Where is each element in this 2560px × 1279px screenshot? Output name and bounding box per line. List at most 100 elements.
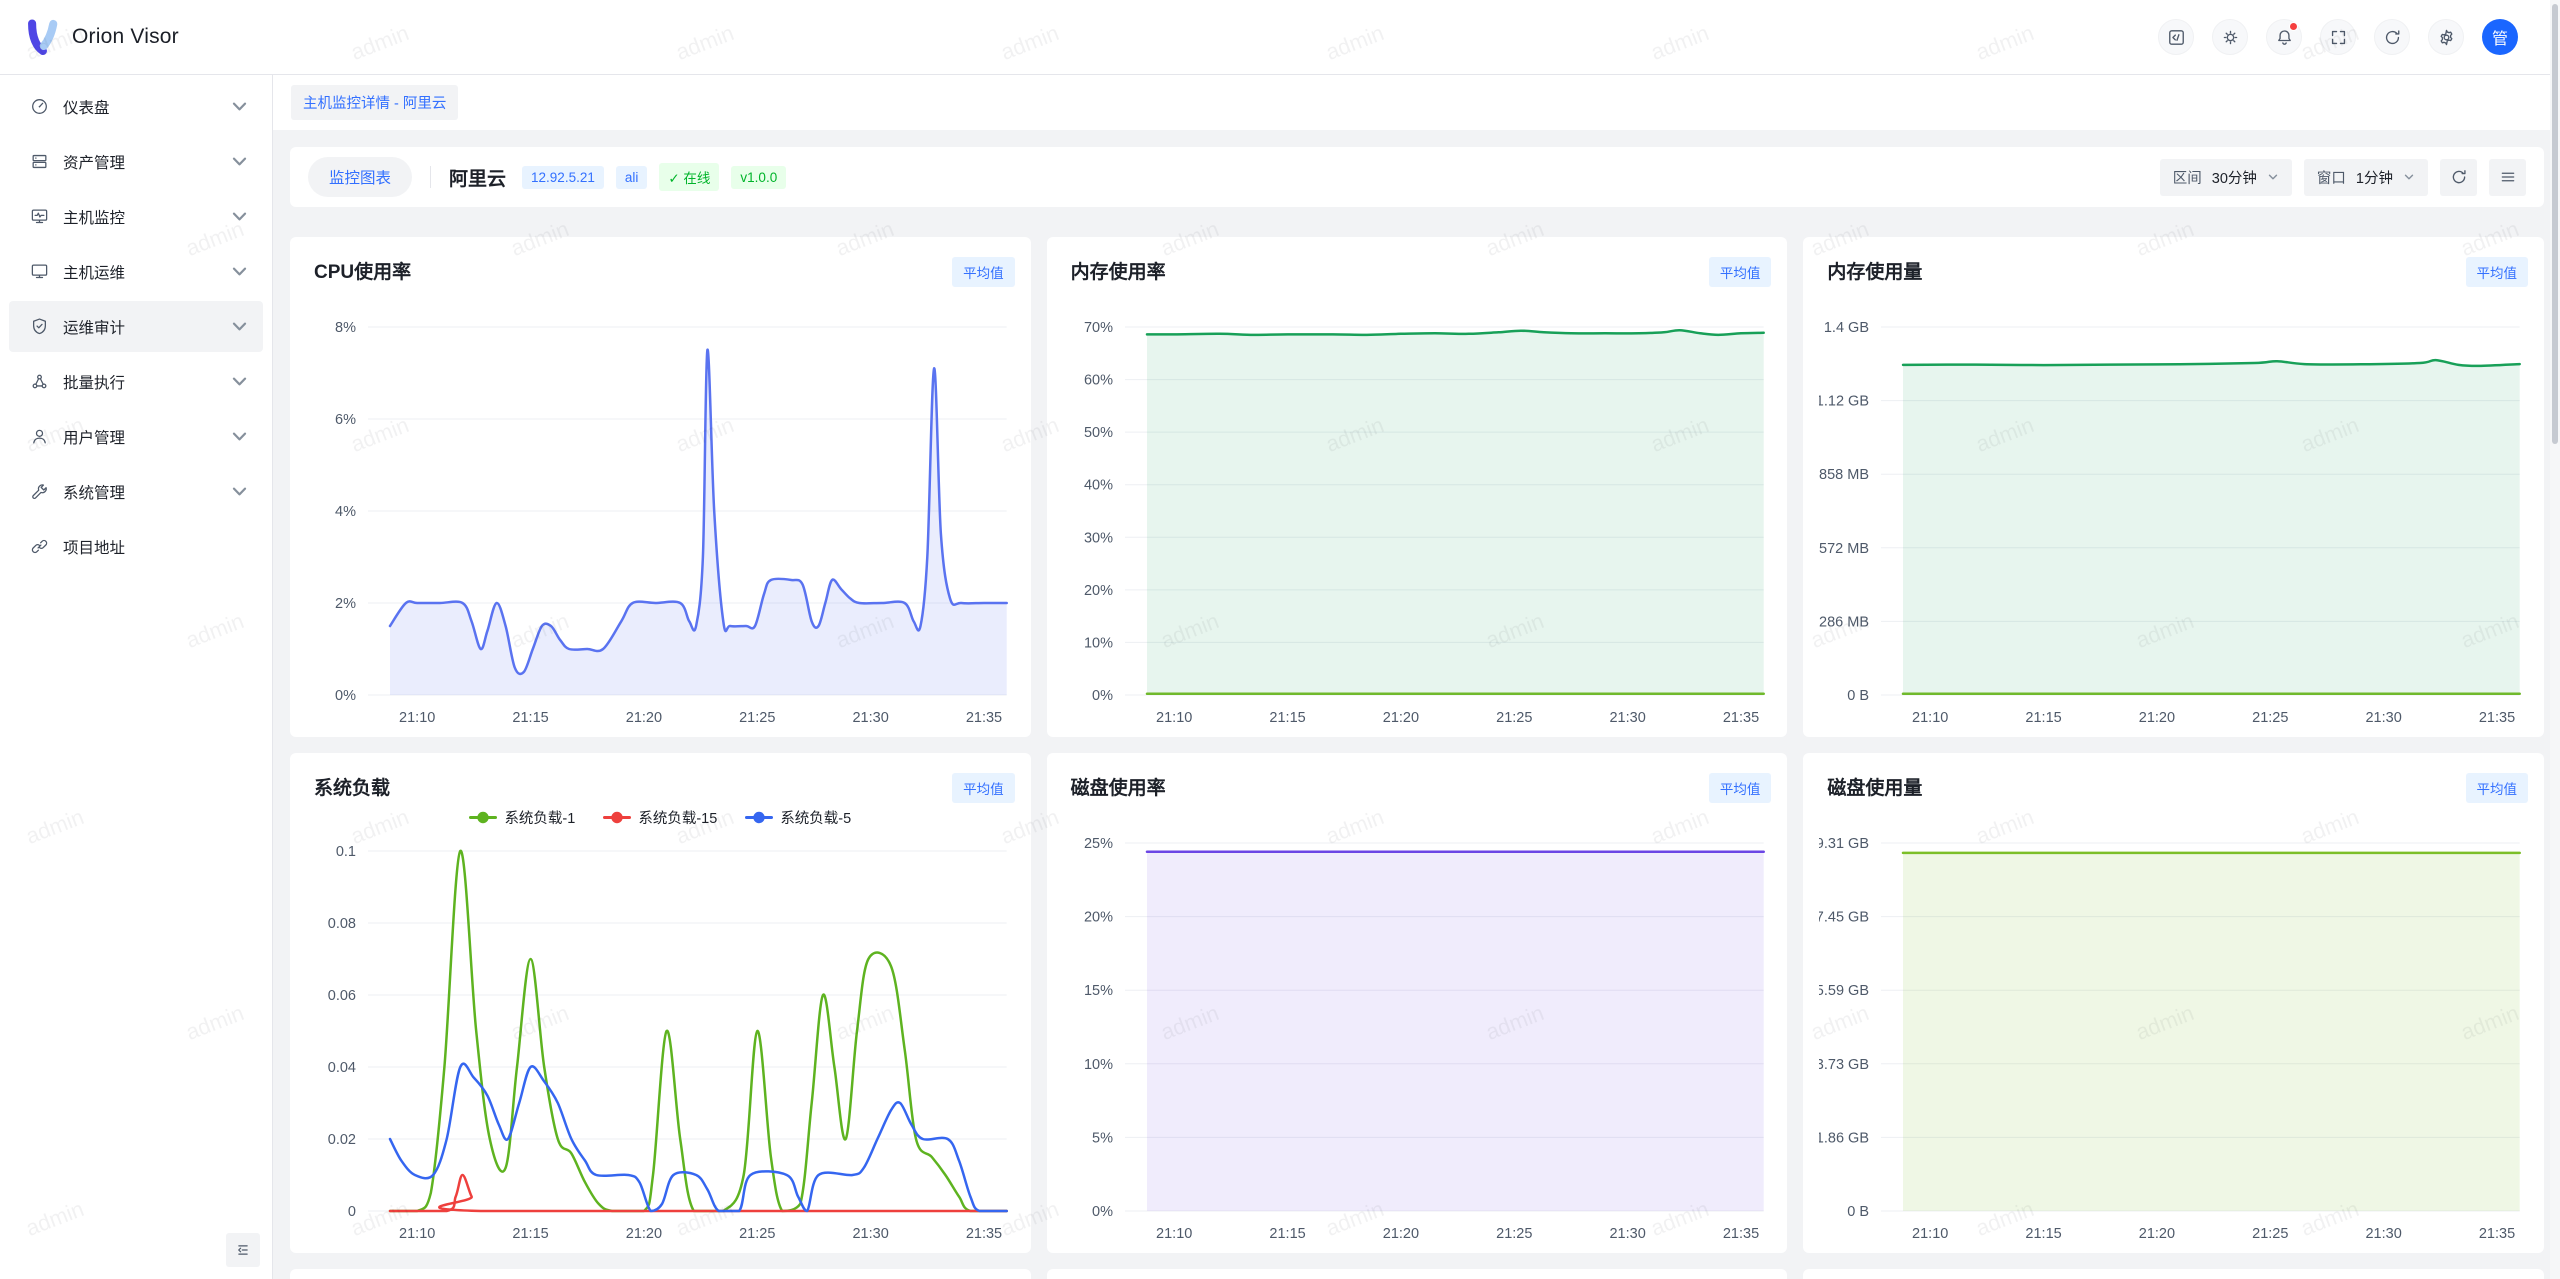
chevron-down-icon <box>230 97 249 116</box>
svg-text:20%: 20% <box>1084 583 1113 599</box>
sidebar-item-batch-exec[interactable]: 批量执行 <box>9 356 263 407</box>
svg-text:0%: 0% <box>335 688 356 704</box>
svg-text:21:20: 21:20 <box>2139 710 2175 726</box>
svg-text:21:30: 21:30 <box>1609 710 1645 726</box>
refresh-button[interactable] <box>2374 19 2410 55</box>
fullscreen-button[interactable] <box>2320 19 2356 55</box>
avg-badge[interactable]: 平均值 <box>1709 257 1772 287</box>
legend-item[interactable]: 系统负载-15 <box>603 807 717 828</box>
sidebar-item-user-mgmt[interactable]: 用户管理 <box>9 411 263 462</box>
tab-monitor-charts[interactable]: 监控图表 <box>308 157 412 197</box>
refresh-icon <box>2383 28 2402 47</box>
sidebar-item-assets[interactable]: 资产管理 <box>9 136 263 187</box>
chart-layout-button[interactable] <box>2489 159 2526 196</box>
charts-refresh-button[interactable] <box>2440 159 2477 196</box>
svg-text:5.59 GB: 5.59 GB <box>1819 983 1869 999</box>
user-icon <box>30 427 49 446</box>
svg-text:25%: 25% <box>1084 836 1113 852</box>
svg-text:21:20: 21:20 <box>626 710 662 726</box>
svg-text:21:15: 21:15 <box>2026 710 2062 726</box>
chart-title: 磁盘使用量 <box>1827 773 1922 800</box>
sidebar: 仪表盘 资产管理 主机监控 主机运维 运维审计 <box>0 75 273 1279</box>
legend-label: 系统负载-15 <box>638 807 717 828</box>
svg-text:21:10: 21:10 <box>399 1226 435 1242</box>
avatar[interactable]: 管 <box>2482 19 2518 55</box>
cpu-usage-chart: 0%2%4%6%8%21:1021:1521:2021:2521:3021:35 <box>306 301 1015 727</box>
card-partial <box>1047 1269 1788 1279</box>
svg-text:21:25: 21:25 <box>2252 710 2288 726</box>
legend-item[interactable]: 系统负载-5 <box>745 807 851 828</box>
range-select[interactable]: 区间 30分钟 <box>2160 159 2292 196</box>
svg-text:10%: 10% <box>1084 635 1113 651</box>
svg-text:21:15: 21:15 <box>1269 1226 1305 1242</box>
chevron-down-icon <box>230 427 249 446</box>
breadcrumb[interactable]: 主机监控详情 - 阿里云 <box>291 85 458 120</box>
avg-badge[interactable]: 平均值 <box>2466 257 2529 287</box>
svg-text:21:10: 21:10 <box>1156 1226 1192 1242</box>
version-badge: v1.0.0 <box>731 166 786 189</box>
nav-actions: 管 <box>2158 19 2518 55</box>
legend-marker-icon <box>469 811 497 824</box>
sidebar-collapse-button[interactable] <box>226 1233 260 1267</box>
svg-text:5%: 5% <box>1092 1130 1113 1146</box>
sidebar-item-host-ops[interactable]: 主机运维 <box>9 246 263 297</box>
window-select[interactable]: 窗口 1分钟 <box>2304 159 2428 196</box>
sidebar-item-host-monitor[interactable]: 主机监控 <box>9 191 263 242</box>
cpu-usage-card: CPU使用率平均值 0%2%4%6%8%21:1021:1521:2021:25… <box>290 237 1031 737</box>
avg-badge[interactable]: 平均值 <box>952 773 1015 803</box>
code-button[interactable] <box>2158 19 2194 55</box>
card-partial <box>290 1269 1031 1279</box>
sidebar-item-label: 主机运维 <box>63 261 230 283</box>
notifications-button[interactable] <box>2266 19 2302 55</box>
svg-text:0: 0 <box>348 1204 356 1220</box>
avg-badge[interactable]: 平均值 <box>1709 773 1772 803</box>
theme-toggle-button[interactable] <box>2212 19 2248 55</box>
charts-grid-row-1: CPU使用率平均值 0%2%4%6%8%21:1021:1521:2021:25… <box>290 237 2544 737</box>
assets-icon <box>30 152 49 171</box>
sidebar-item-ops-audit[interactable]: 运维审计 <box>9 301 263 352</box>
svg-text:1.4 GB: 1.4 GB <box>1824 320 1869 336</box>
svg-text:21:30: 21:30 <box>852 710 888 726</box>
legend-label: 系统负载-5 <box>780 807 851 828</box>
svg-text:21:35: 21:35 <box>1723 1226 1759 1242</box>
chart-title: 磁盘使用率 <box>1071 773 1166 800</box>
disk-amount-chart: 0 B1.86 GB3.73 GB5.59 GB7.45 GB9.31 GB21… <box>1819 817 2528 1243</box>
chart-title: 系统负载 <box>314 773 390 800</box>
svg-text:21:35: 21:35 <box>2479 1226 2515 1242</box>
notification-dot <box>2289 22 2298 31</box>
charts-grid-row-3-partial <box>290 1269 2544 1279</box>
legend-label: 系统负载-1 <box>504 807 575 828</box>
batch-exec-icon <box>30 372 49 391</box>
sidebar-item-project-link[interactable]: 项目地址 <box>9 521 263 572</box>
svg-text:21:15: 21:15 <box>512 710 548 726</box>
chevron-down-icon <box>230 152 249 171</box>
chevron-down-icon <box>230 262 249 281</box>
avg-badge[interactable]: 平均值 <box>952 257 1015 287</box>
svg-text:3.73 GB: 3.73 GB <box>1819 1057 1869 1073</box>
sidebar-item-label: 主机监控 <box>63 206 230 228</box>
chevron-down-icon <box>230 317 249 336</box>
content-area: 监控图表 阿里云 12.92.5.21 ali ✓ 在线 v1.0.0 区间 3… <box>273 130 2560 1279</box>
range-select-label: 区间 <box>2173 167 2202 188</box>
svg-text:0.08: 0.08 <box>328 916 356 932</box>
svg-text:286 MB: 286 MB <box>1819 614 1869 630</box>
svg-text:70%: 70% <box>1084 320 1113 336</box>
svg-text:60%: 60% <box>1084 373 1113 389</box>
settings-button[interactable] <box>2428 19 2464 55</box>
sidebar-item-label: 运维审计 <box>63 316 230 338</box>
sidebar-item-label: 仪表盘 <box>63 96 230 118</box>
legend-marker-icon <box>745 811 773 824</box>
avg-badge[interactable]: 平均值 <box>2466 773 2529 803</box>
svg-text:0%: 0% <box>1092 1204 1113 1220</box>
sidebar-item-dashboard[interactable]: 仪表盘 <box>9 81 263 132</box>
brand: Orion Visor <box>24 19 179 55</box>
svg-text:0 B: 0 B <box>1848 688 1870 704</box>
chart-legend: 系统负载-1 系统负载-15 系统负载-5 <box>290 807 1031 828</box>
fullscreen-icon <box>2329 28 2348 47</box>
sidebar-item-label: 用户管理 <box>63 426 230 448</box>
svg-text:21:35: 21:35 <box>966 1226 1002 1242</box>
sidebar-item-system-mgmt[interactable]: 系统管理 <box>9 466 263 517</box>
scrollbar-thumb[interactable] <box>2552 4 2558 444</box>
svg-text:858 MB: 858 MB <box>1819 467 1869 483</box>
legend-item[interactable]: 系统负载-1 <box>469 807 575 828</box>
